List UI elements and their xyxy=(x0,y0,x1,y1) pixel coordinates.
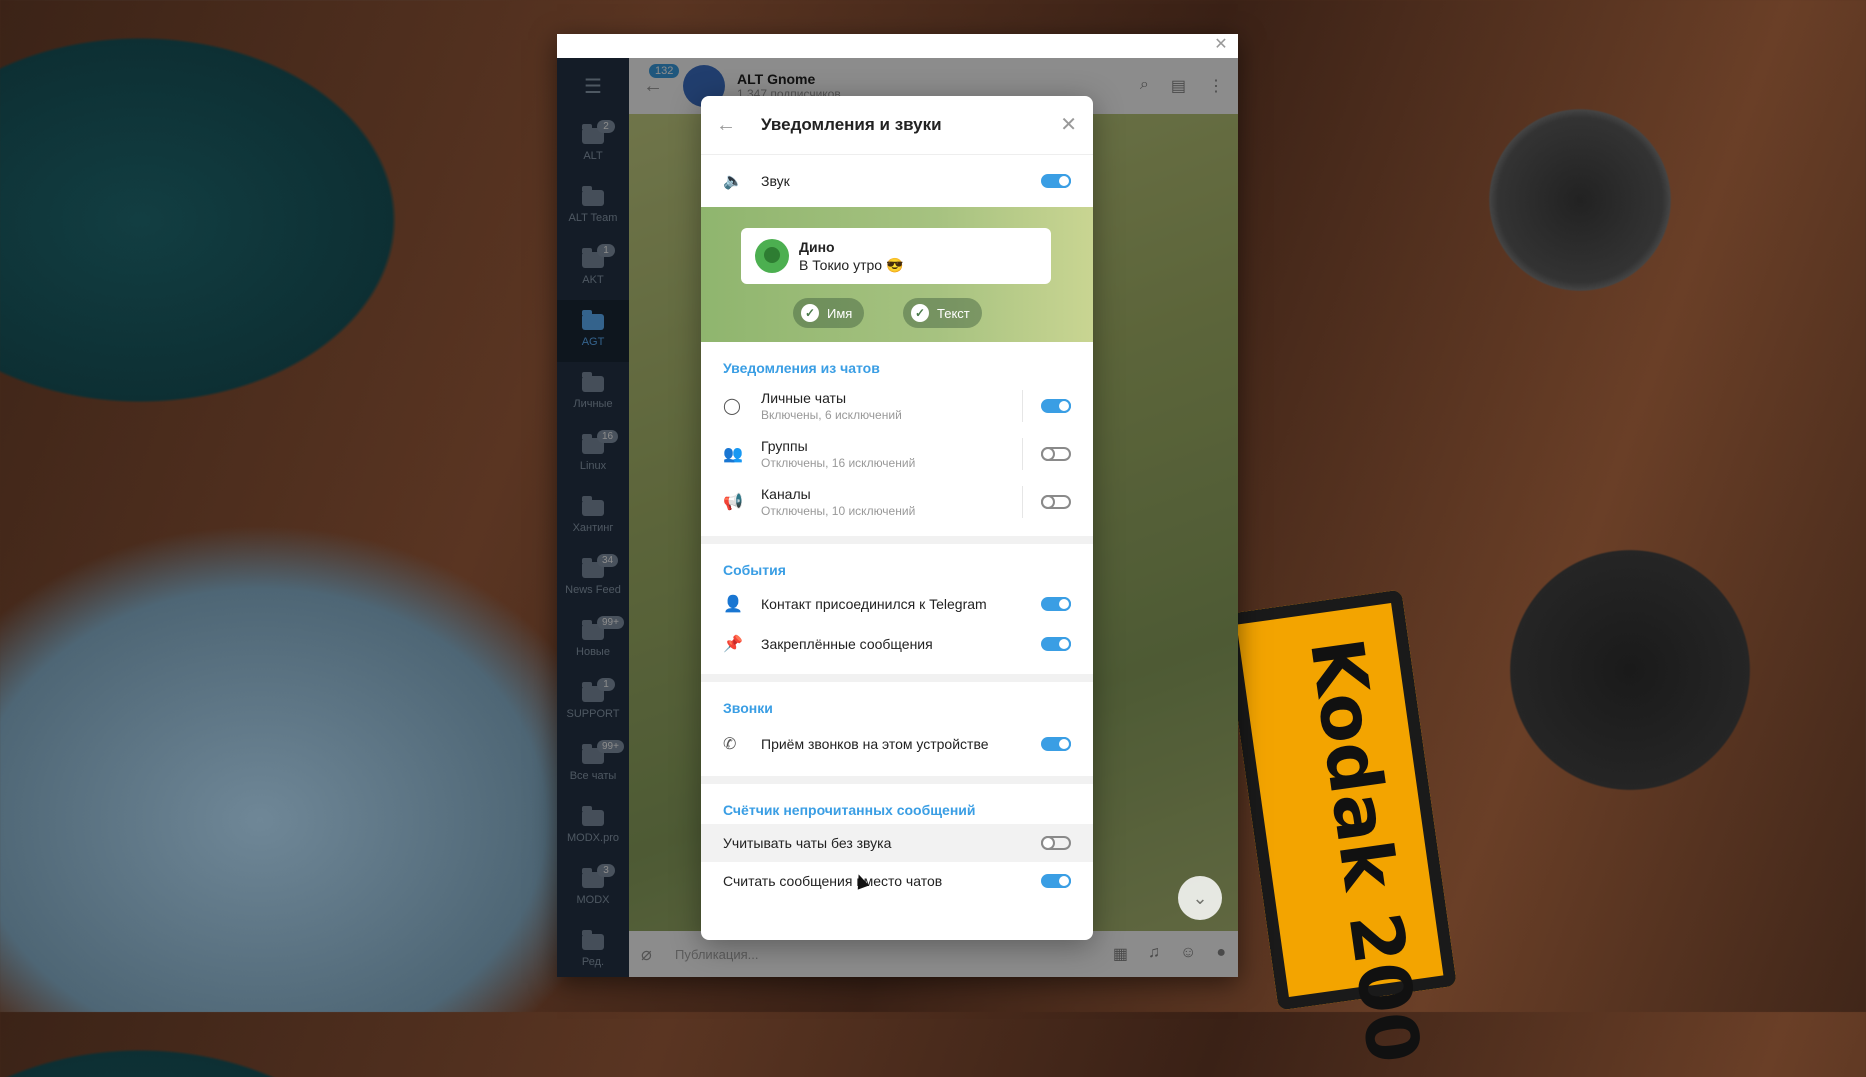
window-titlebar: ✕ xyxy=(557,34,1238,59)
dialog-back-icon[interactable]: ← xyxy=(701,114,751,137)
background-film-can: Kodak 200 xyxy=(1223,589,1457,1068)
group-icon: 👥 xyxy=(723,446,743,463)
count-messages-row[interactable]: Считать сообщения вместо чатов xyxy=(701,862,1093,900)
speaker-icon: 🔈 xyxy=(723,173,743,190)
groups-row[interactable]: 👥 Группы Отключены, 16 исключений xyxy=(701,430,1093,478)
events-section-title: События xyxy=(723,562,786,578)
sound-label: Звук xyxy=(761,173,790,189)
dialog-header: ← Уведомления и звуки ✕ xyxy=(701,96,1093,155)
accept-calls-toggle[interactable] xyxy=(1041,737,1071,751)
preview-avatar xyxy=(755,239,789,273)
count-messages-label: Считать сообщения вместо чатов xyxy=(723,873,943,889)
pin-icon: 📌 xyxy=(723,636,743,653)
contact-joined-row[interactable]: 👤 Контакт присоединился к Telegram xyxy=(701,584,1093,624)
count-muted-row[interactable]: Учитывать чаты без звука xyxy=(701,824,1093,862)
groups-toggle[interactable] xyxy=(1041,447,1071,461)
count-muted-label: Учитывать чаты без звука xyxy=(723,835,892,851)
window-close-icon[interactable]: ✕ xyxy=(1212,36,1230,54)
section-separator xyxy=(701,536,1093,544)
sound-toggle[interactable] xyxy=(1041,174,1071,188)
megaphone-icon: 📢 xyxy=(723,494,743,511)
accept-calls-row[interactable]: ✆ Приём звонков на этом устройстве xyxy=(701,722,1093,766)
notifications-dialog: ← Уведомления и звуки ✕ 🔈 Звук Дино В То… xyxy=(701,96,1093,940)
dialog-title: Уведомления и звуки xyxy=(761,115,942,134)
channels-toggle[interactable] xyxy=(1041,495,1071,509)
private-chats-toggle[interactable] xyxy=(1041,399,1071,413)
pinned-messages-label: Закреплённые сообщения xyxy=(761,636,933,652)
divider xyxy=(1022,438,1023,470)
show-text-chip[interactable]: ✓ Текст xyxy=(903,298,982,328)
contact-joined-label: Контакт присоединился к Telegram xyxy=(761,596,987,612)
private-chats-label: Личные чаты xyxy=(761,390,847,406)
groups-label: Группы xyxy=(761,438,808,454)
private-chats-row[interactable]: ◯ Личные чаты Включены, 6 исключений xyxy=(701,382,1093,430)
sound-row[interactable]: 🔈 Звук xyxy=(701,155,1093,207)
check-icon: ✓ xyxy=(911,304,929,322)
user-icon: ◯ xyxy=(723,398,741,415)
scroll-down-icon[interactable]: ⌄ xyxy=(1178,876,1222,920)
calls-section-title: Звонки xyxy=(723,700,773,716)
divider xyxy=(1022,390,1023,422)
divider xyxy=(1022,486,1023,518)
preview-name: Дино xyxy=(799,238,835,255)
contact-joined-toggle[interactable] xyxy=(1041,597,1071,611)
chip-text-label: Текст xyxy=(937,305,970,321)
groups-sub: Отключены, 16 исключений xyxy=(761,456,916,470)
counter-section-title: Счётчик непрочитанных сообщений xyxy=(723,802,976,818)
channels-row[interactable]: 📢 Каналы Отключены, 10 исключений xyxy=(701,478,1093,526)
count-messages-toggle[interactable] xyxy=(1041,874,1071,888)
dialog-close-icon[interactable]: ✕ xyxy=(1060,112,1077,137)
preview-card: Дино В Токио утро 😎 xyxy=(741,228,1051,284)
channels-label: Каналы xyxy=(761,486,811,502)
check-icon: ✓ xyxy=(801,304,819,322)
accept-calls-label: Приём звонков на этом устройстве xyxy=(761,736,989,752)
background-film-text: Kodak 200 xyxy=(1293,633,1437,1069)
preview-message: В Токио утро 😎 xyxy=(799,256,904,273)
count-muted-toggle[interactable] xyxy=(1041,836,1071,850)
private-chats-sub: Включены, 6 исключений xyxy=(761,408,902,422)
notification-preview: Дино В Токио утро 😎 ✓ Имя ✓ Текст xyxy=(701,207,1093,342)
phone-icon: ✆ xyxy=(723,736,737,753)
section-separator xyxy=(701,674,1093,682)
pinned-messages-row[interactable]: 📌 Закреплённые сообщения xyxy=(701,624,1093,664)
chip-name-label: Имя xyxy=(827,305,853,321)
add-user-icon: 👤 xyxy=(723,596,743,613)
channels-sub: Отключены, 10 исключений xyxy=(761,504,916,518)
pinned-messages-toggle[interactable] xyxy=(1041,637,1071,651)
section-separator xyxy=(701,776,1093,784)
chats-section-title: Уведомления из чатов xyxy=(723,360,880,376)
show-name-chip[interactable]: ✓ Имя xyxy=(793,298,865,328)
